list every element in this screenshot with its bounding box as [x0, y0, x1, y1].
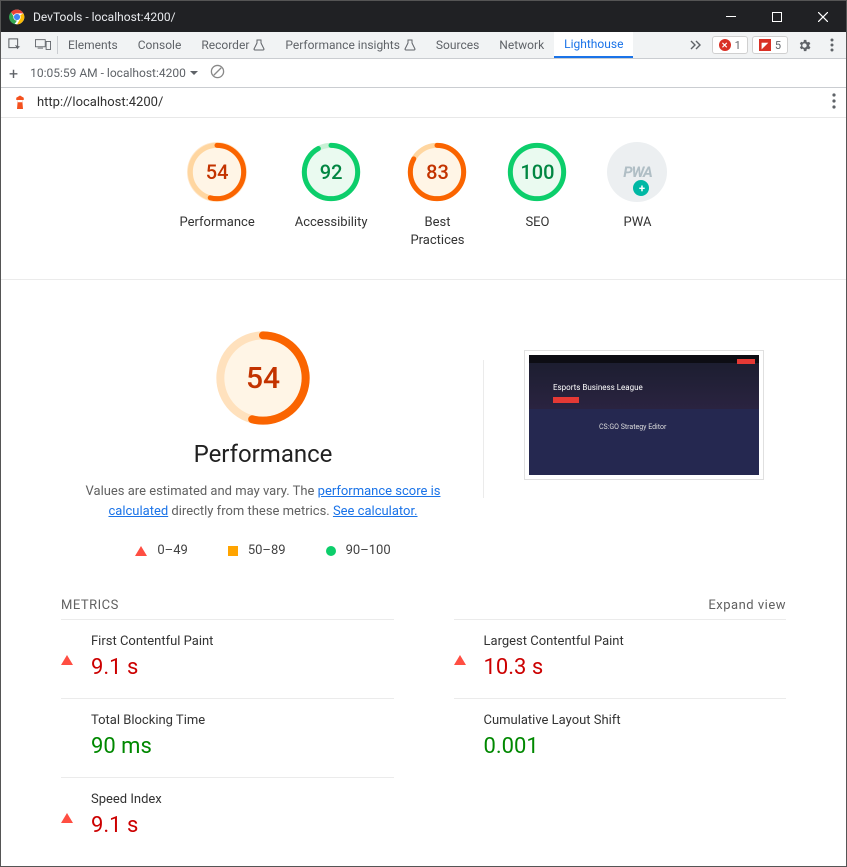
new-report-button[interactable]: +	[9, 64, 18, 83]
performance-big-gauge: 54	[215, 330, 311, 426]
metric-lcp[interactable]: Largest Contentful Paint10.3 s	[454, 619, 787, 698]
triangle-red-icon	[61, 636, 73, 665]
tab-sources[interactable]: Sources	[426, 32, 489, 58]
metrics-heading: METRICS	[61, 598, 119, 613]
tab-network[interactable]: Network	[489, 32, 554, 58]
tab-elements[interactable]: Elements	[58, 32, 128, 58]
chevron-down-icon	[190, 71, 198, 76]
lighthouse-toolbar: + 10:05:59 AM - localhost:4200	[1, 59, 846, 88]
metrics-section: METRICS Expand view First Contentful Pai…	[1, 588, 846, 866]
window-titlebar: DevTools - localhost:4200/	[1, 1, 846, 32]
device-toggle-icon[interactable]	[29, 32, 57, 58]
gauge-accessibility[interactable]: 92 Accessibility	[295, 142, 368, 249]
issue-icon: ◤	[759, 39, 771, 51]
metric-cls[interactable]: Cumulative Layout Shift0.001	[454, 698, 787, 777]
more-tabs-icon[interactable]	[682, 40, 710, 50]
metric-fcp[interactable]: First Contentful Paint9.1 s	[61, 619, 394, 698]
tab-lighthouse[interactable]: Lighthouse	[554, 32, 633, 58]
report-url: http://localhost:4200/	[37, 95, 163, 110]
gauge-pwa[interactable]: PWA+ PWA	[607, 142, 667, 249]
triangle-red-icon	[454, 636, 466, 665]
lighthouse-url-bar: http://localhost:4200/	[1, 88, 846, 118]
minimize-button[interactable]	[708, 1, 754, 32]
score-gauges-row: 54 Performance 92 Accessibility 83 Best …	[1, 118, 846, 280]
tab-console[interactable]: Console	[128, 32, 192, 58]
gauge-seo[interactable]: 100 SEO	[507, 142, 567, 249]
pwa-icon: PWA+	[607, 142, 667, 202]
flask-icon	[253, 39, 265, 51]
chrome-icon	[9, 9, 25, 25]
page-screenshot-thumbnail[interactable]: Esports Business League CS:GO Strategy E…	[524, 350, 764, 480]
expand-view-button[interactable]: Expand view	[708, 598, 786, 613]
performance-title: Performance	[83, 440, 443, 468]
gauge-best-practices[interactable]: 83 Best Practices	[407, 142, 467, 249]
square-orange-icon	[228, 546, 238, 556]
triangle-red-icon	[135, 546, 147, 556]
performance-description: Values are estimated and may vary. The p…	[83, 482, 443, 521]
metric-tbt[interactable]: Total Blocking Time90 ms	[61, 698, 394, 777]
flask-icon	[404, 39, 416, 51]
report-select[interactable]: 10:05:59 AM - localhost:4200	[30, 66, 198, 80]
inspect-icon[interactable]	[1, 32, 29, 58]
metric-speed-index[interactable]: Speed Index9.1 s	[61, 777, 394, 856]
circle-green-icon	[326, 546, 336, 556]
devtools-tabstrip: Elements Console Recorder Performance in…	[1, 32, 846, 59]
maximize-button[interactable]	[754, 1, 800, 32]
clear-button[interactable]	[210, 64, 225, 82]
gauge-performance[interactable]: 54 Performance	[180, 142, 255, 249]
score-legend: 0–49 50–89 90–100	[83, 543, 443, 558]
lighthouse-icon	[11, 94, 29, 112]
errors-badge[interactable]: ✕1	[712, 36, 748, 54]
calculator-link[interactable]: See calculator.	[333, 504, 418, 519]
tab-recorder[interactable]: Recorder	[191, 32, 275, 58]
error-icon: ✕	[719, 39, 731, 51]
window-title: DevTools - localhost:4200/	[33, 10, 176, 24]
issues-badge[interactable]: ◤5	[752, 36, 788, 54]
kebab-menu-icon[interactable]	[818, 38, 846, 52]
tab-performance-insights[interactable]: Performance insights	[275, 32, 426, 58]
report-menu-icon[interactable]	[832, 93, 836, 113]
triangle-red-icon	[61, 794, 73, 823]
performance-section-header: 54 Performance Values are estimated and …	[1, 280, 846, 588]
settings-icon[interactable]	[790, 38, 818, 53]
close-button[interactable]	[800, 1, 846, 32]
lighthouse-report[interactable]: 54 Performance 92 Accessibility 83 Best …	[1, 118, 846, 866]
